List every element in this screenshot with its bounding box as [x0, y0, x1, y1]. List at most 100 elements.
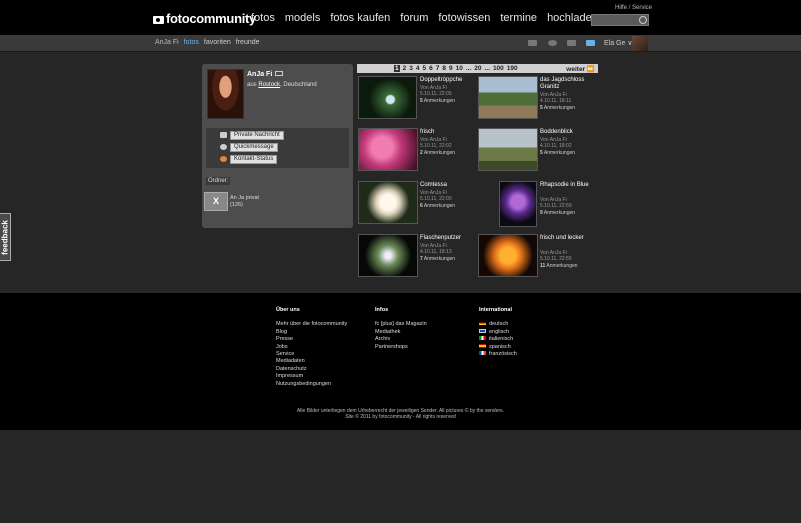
speech-bubble-icon: [220, 144, 227, 150]
nav-forum[interactable]: forum: [400, 12, 428, 24]
subnav-favoriten[interactable]: favoriten: [204, 39, 231, 46]
language-deutsch[interactable]: deutsch: [479, 321, 517, 328]
photo-comment-count[interactable]: 5 Anmerkungen: [540, 150, 575, 156]
account-menu[interactable]: Ela Ge ∨: [604, 39, 632, 47]
footer-link[interactable]: Mediathek: [375, 329, 427, 336]
footer-link[interactable]: Nutzungsbedingungen: [276, 381, 347, 388]
nav-fotos-kaufen[interactable]: fotos kaufen: [330, 12, 390, 24]
french-flag-icon: [479, 351, 486, 356]
photo-thumbnail[interactable]: [499, 181, 537, 227]
subnav-fotos[interactable]: fotos: [184, 39, 199, 46]
photo-title[interactable]: Boddenblick: [540, 129, 596, 136]
photo-comment-count[interactable]: 6 Anmerkungen: [420, 203, 455, 209]
nav-fotowissen[interactable]: fotowissen: [438, 12, 490, 24]
photo-title[interactable]: Doppeltröppche: [420, 77, 476, 84]
chat-icon[interactable]: [567, 40, 576, 46]
page-link-5[interactable]: 5: [423, 65, 427, 72]
photo-comment-count[interactable]: 11 Anmerkungen: [540, 263, 578, 269]
notification-icon[interactable]: [586, 40, 595, 46]
account-avatar[interactable]: [632, 36, 648, 51]
footer-link[interactable]: Mehr über die fotocommunity: [276, 321, 347, 328]
language-englisch[interactable]: englisch: [479, 328, 517, 336]
folder-button[interactable]: X: [204, 192, 228, 211]
footer-link[interactable]: Blog: [276, 329, 347, 336]
photo-comment-count[interactable]: 7 Anmerkungen: [420, 256, 455, 262]
photo-thumbnail[interactable]: [358, 234, 418, 277]
photo-thumbnail[interactable]: [358, 76, 417, 119]
search-input[interactable]: [591, 14, 649, 26]
photo-title[interactable]: Rhapsodie in Blue: [540, 182, 596, 189]
city-link[interactable]: Rostock: [258, 82, 280, 88]
mail-icon[interactable]: [528, 40, 537, 46]
footer-link[interactable]: Presse: [276, 336, 347, 343]
language-italienisch[interactable]: italienisch: [479, 336, 517, 343]
photo-date: 5.10.11, 22:59: [540, 203, 572, 209]
page-link-3[interactable]: 3: [409, 65, 413, 72]
page-link-190[interactable]: 190: [507, 65, 518, 72]
photo-thumbnail[interactable]: [478, 234, 538, 277]
photo-title[interactable]: Flaschenputzer: [420, 235, 476, 242]
photo-comment-count[interactable]: 2 Anmerkungen: [420, 150, 455, 156]
photo-thumbnail[interactable]: [358, 181, 418, 224]
photo-thumbnail[interactable]: [358, 128, 418, 171]
main-nav: fotos models fotos kaufen forum fotowiss…: [251, 12, 598, 24]
nav-termine[interactable]: termine: [500, 12, 537, 24]
photo-date: 4.10.11, 18:02: [540, 143, 572, 149]
page-link-20[interactable]: 20: [474, 65, 481, 72]
cloud-icon[interactable]: [548, 40, 557, 46]
footer-international: International deutsch englisch italienis…: [479, 307, 517, 358]
nav-models[interactable]: models: [285, 12, 320, 24]
page-link-1[interactable]: 1: [394, 65, 400, 72]
photo-date: 5.10.11, 22:55: [540, 256, 572, 262]
next-page-button[interactable]: weiter ⏩: [566, 65, 595, 73]
footer-link[interactable]: Jobs: [276, 344, 347, 351]
page-link-7[interactable]: 7: [436, 65, 440, 72]
photo-title[interactable]: frisch und lecker: [540, 235, 596, 242]
contact-status-icon: [220, 156, 227, 162]
avatar[interactable]: [207, 69, 244, 119]
photo-title[interactable]: das Jagdschloss Granitz: [540, 77, 596, 91]
subnav-freunde[interactable]: freunde: [236, 39, 260, 46]
footer-link[interactable]: Service: [276, 351, 347, 358]
photo-comment-count[interactable]: 5 Anmerkungen: [420, 98, 455, 104]
footer-link[interactable]: fc [plus] das Magazin: [375, 321, 427, 328]
language-franzoesisch[interactable]: französisch: [479, 351, 517, 358]
nav-fotos[interactable]: fotos: [251, 12, 275, 24]
photo-comment-count[interactable]: 9 Anmerkungen: [540, 210, 575, 216]
subnav-user-name[interactable]: AnJa Fi: [155, 39, 179, 46]
private-message-button[interactable]: Private Nachricht: [230, 131, 284, 140]
contact-status-button[interactable]: Kontakt-Status: [230, 155, 278, 164]
photo-date: 5.10.11, 22:00: [420, 196, 452, 202]
page-link-100[interactable]: 100: [493, 65, 504, 72]
page-link-6[interactable]: 6: [429, 65, 433, 72]
profile-name[interactable]: AnJa Fi: [247, 71, 272, 78]
photo-title[interactable]: frisch: [420, 129, 476, 136]
profile-location: aus Rostock, Deutschland: [247, 82, 317, 88]
footer-link[interactable]: Archiv: [375, 336, 427, 343]
profile-actions: Private Nachricht Quickmessage Kontakt-S…: [206, 128, 349, 168]
photo-title[interactable]: Comtessa: [420, 182, 476, 189]
language-spanisch[interactable]: spanisch: [479, 343, 517, 351]
search-icon[interactable]: [639, 16, 647, 24]
page-link-8[interactable]: 8: [442, 65, 446, 72]
pagination: 1 2 3 4 5 6 7 8 9 10... 20... 100 190 weiter ⏩: [357, 64, 598, 73]
footer-link[interactable]: Mediadaten: [276, 358, 347, 365]
german-flag-icon: [479, 321, 486, 326]
photo-thumbnail[interactable]: [478, 128, 538, 171]
photo-thumbnail[interactable]: [478, 76, 538, 119]
page-link-10[interactable]: 10: [456, 65, 463, 72]
page-link-9[interactable]: 9: [449, 65, 453, 72]
page-link-4[interactable]: 4: [416, 65, 420, 72]
page-link-2[interactable]: 2: [403, 65, 407, 72]
fotocommunity-logo[interactable]: fotocommunity: [153, 11, 256, 26]
footer-link[interactable]: Datenschutz: [276, 366, 347, 373]
feedback-tab[interactable]: feedback: [0, 213, 11, 261]
folder-name[interactable]: An Ja privat (126): [230, 195, 259, 209]
help-service-link[interactable]: Hilfe / Service: [615, 5, 652, 11]
mail-icon: [220, 132, 227, 138]
quickmessage-button[interactable]: Quickmessage: [230, 143, 278, 152]
footer-link[interactable]: Partnershops: [375, 344, 427, 351]
photo-date: 5.10.11, 22:05: [420, 91, 452, 97]
photo-comment-count[interactable]: 5 Anmerkungen: [540, 105, 575, 111]
footer-link[interactable]: Impressum: [276, 373, 347, 380]
